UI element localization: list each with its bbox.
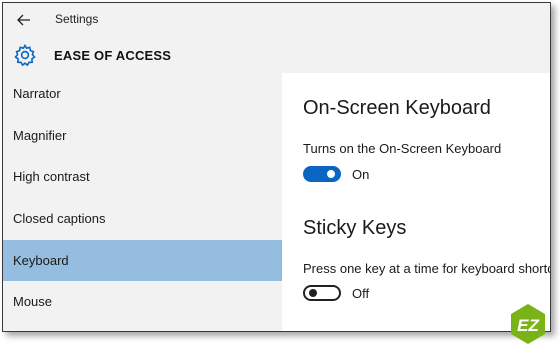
on-screen-keyboard-toggle[interactable]: On — [303, 164, 369, 184]
main-content: On-Screen Keyboard Turns on the On-Scree… — [282, 73, 550, 331]
back-arrow-icon — [17, 14, 30, 26]
sidebar: Narrator Magnifier High contrast Closed … — [3, 73, 282, 331]
toggle-switch-off[interactable] — [303, 285, 341, 301]
gear-icon — [14, 43, 36, 67]
sidebar-item-keyboard[interactable]: Keyboard — [3, 239, 282, 282]
sidebar-item-high-contrast[interactable]: High contrast — [3, 156, 282, 198]
page-title: EASE OF ACCESS — [54, 48, 172, 63]
back-button[interactable] — [13, 9, 35, 31]
title-bar: Settings — [3, 3, 550, 37]
sidebar-item-magnifier[interactable]: Magnifier — [3, 115, 282, 157]
sticky-keys-toggle[interactable]: Off — [303, 283, 369, 303]
toggle-switch-on[interactable] — [303, 166, 341, 182]
page-header: EASE OF ACCESS — [3, 37, 550, 73]
toggle-knob — [309, 289, 317, 297]
section-title-sticky-keys: Sticky Keys — [303, 217, 407, 239]
toggle-knob — [327, 170, 335, 178]
section-description-on-screen-keyboard: Turns on the On-Screen Keyboard — [303, 141, 502, 156]
toggle-state-label: On — [352, 166, 370, 182]
section-description-sticky-keys: Press one key at a time for keyboard sho… — [303, 261, 551, 276]
settings-window: Settings EASE OF ACCESS Narrator Magnifi… — [2, 2, 551, 332]
sidebar-item-narrator[interactable]: Narrator — [3, 73, 282, 115]
toggle-state-label: Off — [352, 285, 370, 301]
ez-logo: EZ — [511, 304, 545, 344]
sidebar-item-closed-captions[interactable]: Closed captions — [3, 198, 282, 240]
sidebar-item-mouse[interactable]: Mouse — [3, 281, 282, 323]
section-title-on-screen-keyboard: On-Screen Keyboard — [303, 97, 491, 119]
window-title: Settings — [55, 12, 99, 26]
logo-text: EZ — [517, 316, 539, 335]
